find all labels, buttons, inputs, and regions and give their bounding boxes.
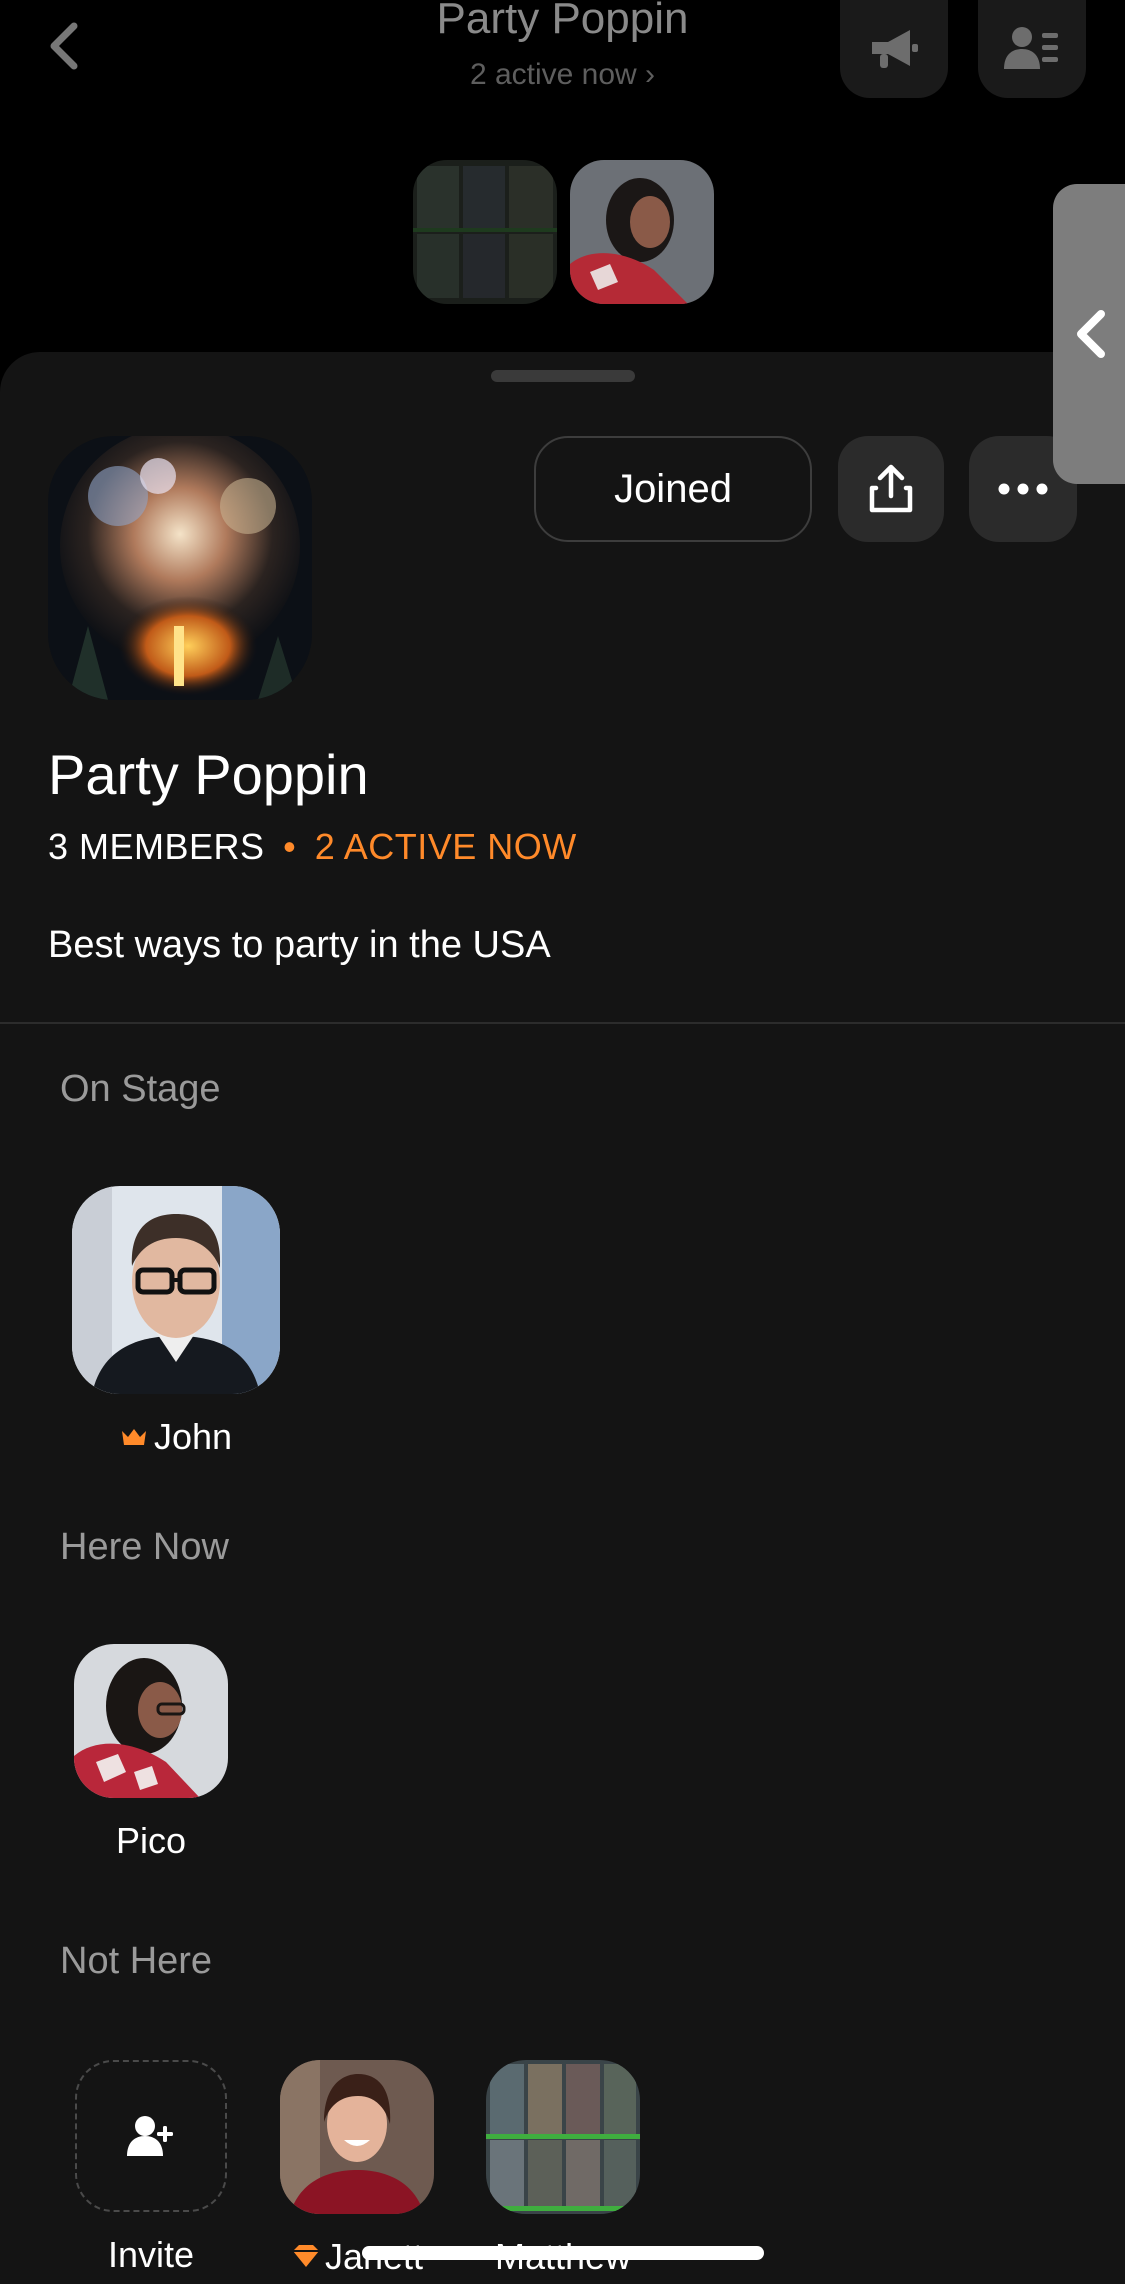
crown-icon bbox=[121, 1429, 146, 1445]
invite-member[interactable]: Invite bbox=[74, 2060, 228, 2276]
share-icon bbox=[869, 464, 913, 513]
sheet-grabber[interactable] bbox=[491, 370, 635, 382]
janett-photo bbox=[280, 2060, 434, 2214]
member-here-now[interactable]: Pico bbox=[74, 1644, 228, 1862]
members-list-icon bbox=[1004, 27, 1058, 69]
home-indicator bbox=[362, 2246, 764, 2260]
members-count[interactable]: 3 MEMBERS bbox=[48, 826, 265, 867]
group-sheet: Joined Party Poppin 3 MEMBERS • 2 ACTIVE… bbox=[0, 352, 1125, 2284]
members-button[interactable] bbox=[978, 0, 1086, 98]
app-screen: Party Poppin 2 active now › Joined Party… bbox=[0, 0, 1125, 2284]
top-header: Party Poppin 2 active now › bbox=[0, 0, 1125, 360]
member-name: John bbox=[153, 1416, 233, 1457]
announce-button[interactable] bbox=[840, 0, 948, 98]
chevron-left-icon bbox=[1077, 310, 1105, 358]
more-horizontal-icon bbox=[998, 483, 1048, 495]
avatar bbox=[72, 1186, 280, 1394]
avatar bbox=[74, 1644, 228, 1798]
avatar bbox=[486, 2060, 640, 2214]
share-button[interactable] bbox=[838, 436, 944, 542]
member-on-stage[interactable]: John bbox=[72, 1186, 280, 1458]
thumbnail-image bbox=[570, 160, 714, 304]
side-panel-tab[interactable] bbox=[1053, 184, 1125, 484]
room-thumbnail-games[interactable] bbox=[413, 160, 557, 304]
header-title: Party Poppin bbox=[436, 0, 689, 43]
gem-icon bbox=[292, 2245, 319, 2267]
avatar bbox=[280, 2060, 434, 2214]
invite-label: Invite bbox=[107, 2234, 195, 2275]
section-title-on-stage: On Stage bbox=[60, 1068, 221, 1110]
group-avatar bbox=[48, 436, 312, 700]
section-title-not-here: Not Here bbox=[60, 1940, 213, 1982]
pico-photo bbox=[74, 1644, 228, 1798]
stats-separator: • bbox=[283, 826, 297, 867]
john-photo bbox=[72, 1186, 280, 1394]
section-title-here-now: Here Now bbox=[60, 1526, 229, 1568]
group-description: Best ways to party in the USA bbox=[48, 924, 551, 966]
fireworks-image bbox=[48, 436, 312, 700]
megaphone-icon bbox=[872, 30, 918, 68]
room-thumbnail-pico[interactable] bbox=[570, 160, 714, 304]
header-active-link[interactable]: 2 active now › bbox=[0, 58, 1125, 92]
active-now-count[interactable]: 2 ACTIVE NOW bbox=[315, 826, 577, 867]
matthew-photo bbox=[486, 2060, 640, 2214]
group-name: Party Poppin bbox=[48, 743, 369, 806]
add-user-icon bbox=[127, 2116, 173, 2156]
thumbnail-image bbox=[413, 160, 557, 304]
group-stats: 3 MEMBERS • 2 ACTIVE NOW bbox=[48, 826, 577, 868]
invite-button[interactable] bbox=[75, 2060, 227, 2212]
joined-button[interactable]: Joined bbox=[534, 436, 812, 542]
divider bbox=[0, 1022, 1125, 1024]
member-name-row: John bbox=[72, 1416, 280, 1458]
member-name: Pico bbox=[115, 1820, 187, 1861]
